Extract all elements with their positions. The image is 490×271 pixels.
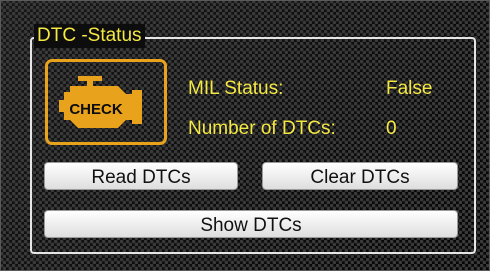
clear-dtcs-button[interactable]: Clear DTCs — [262, 162, 458, 190]
show-dtcs-button[interactable]: Show DTCs — [44, 210, 458, 238]
mil-status-value: False — [386, 78, 433, 99]
check-text: CHECK — [69, 101, 123, 118]
group-title: DTC -Status — [34, 24, 145, 48]
read-dtcs-button[interactable]: Read DTCs — [44, 162, 238, 190]
check-engine-icon: CHECK — [45, 59, 167, 145]
mil-status-label: MIL Status: — [188, 78, 284, 99]
dtc-count-value: 0 — [386, 118, 397, 139]
dtc-count-label: Number of DTCs: — [188, 118, 336, 139]
